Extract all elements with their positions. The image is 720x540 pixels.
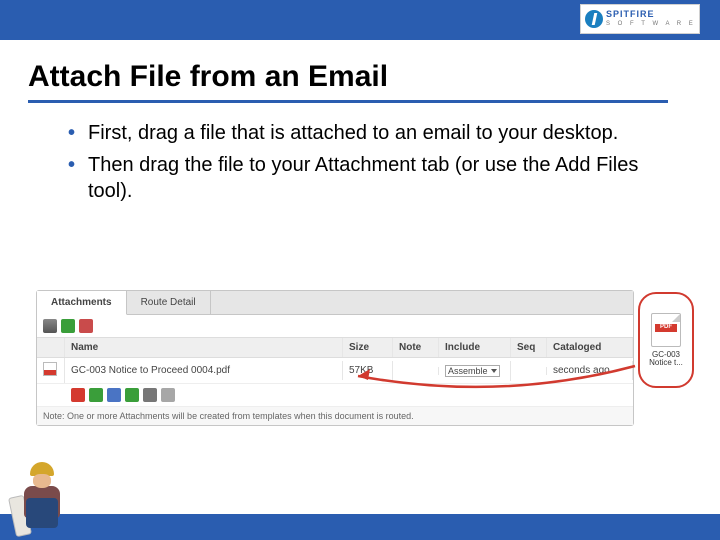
remove-file-icon[interactable] — [79, 319, 93, 333]
worker-illustration — [16, 462, 70, 540]
panel-note: Note: One or more Attachments will be cr… — [37, 407, 633, 425]
slide-title: Attach File from an Email — [28, 60, 388, 94]
bullet-list: First, drag a file that is attached to a… — [68, 120, 658, 210]
pdf-icon — [43, 362, 57, 376]
brand-name: SPITFIRE — [606, 9, 655, 19]
bullet-item: First, drag a file that is attached to a… — [68, 120, 658, 146]
row-name: GC-003 Notice to Proceed 0004.pdf — [65, 361, 343, 380]
toolbar-menu-icon[interactable] — [43, 319, 57, 333]
row-cataloged: seconds ago — [547, 361, 633, 380]
tab-strip: Attachments Route Detail — [37, 291, 633, 315]
table-row[interactable]: GC-003 Notice to Proceed 0004.pdf 57KB A… — [37, 358, 633, 384]
col-cataloged: Cataloged — [547, 338, 633, 357]
spitfire-icon — [585, 10, 603, 28]
brand-logo: SPITFIRE S O F T W A R E — [580, 4, 700, 34]
add-files-icon[interactable] — [61, 319, 75, 333]
attachments-panel: Attachments Route Detail Name Size Note … — [36, 290, 634, 426]
include-select[interactable]: Assemble — [445, 365, 500, 377]
action-properties-icon[interactable] — [143, 388, 157, 402]
brand-subtitle: S O F T W A R E — [606, 19, 696, 29]
chevron-down-icon — [491, 369, 497, 373]
pdf-file-icon — [651, 313, 681, 347]
col-size: Size — [343, 338, 393, 357]
row-include[interactable]: Assemble — [439, 361, 511, 381]
file-caption: GC-003 Notice t... — [649, 351, 683, 367]
tab-attachments[interactable]: Attachments — [37, 291, 127, 315]
table-header: Name Size Note Include Seq Cataloged — [37, 338, 633, 358]
action-pdf-icon[interactable] — [71, 388, 85, 402]
bullet-item: Then drag the file to your Attachment ta… — [68, 152, 658, 204]
row-actions — [37, 384, 633, 407]
tab-route-detail[interactable]: Route Detail — [127, 291, 211, 314]
row-file-icon — [37, 358, 65, 383]
bottom-bar — [0, 514, 720, 540]
action-upload-icon[interactable] — [89, 388, 103, 402]
col-note: Note — [393, 338, 439, 357]
action-more-icon[interactable] — [161, 388, 175, 402]
row-seq — [511, 367, 547, 375]
col-name: Name — [65, 338, 343, 357]
brand-text: SPITFIRE S O F T W A R E — [606, 9, 696, 29]
col-icon — [37, 338, 65, 357]
row-note — [393, 367, 439, 375]
col-seq: Seq — [511, 338, 547, 357]
title-underline — [28, 100, 668, 103]
panel-toolbar — [37, 315, 633, 338]
col-include: Include — [439, 338, 511, 357]
desktop-file[interactable]: GC-003 Notice t... — [638, 292, 694, 388]
action-refresh-icon[interactable] — [125, 388, 139, 402]
row-size: 57KB — [343, 361, 393, 380]
action-download-icon[interactable] — [107, 388, 121, 402]
